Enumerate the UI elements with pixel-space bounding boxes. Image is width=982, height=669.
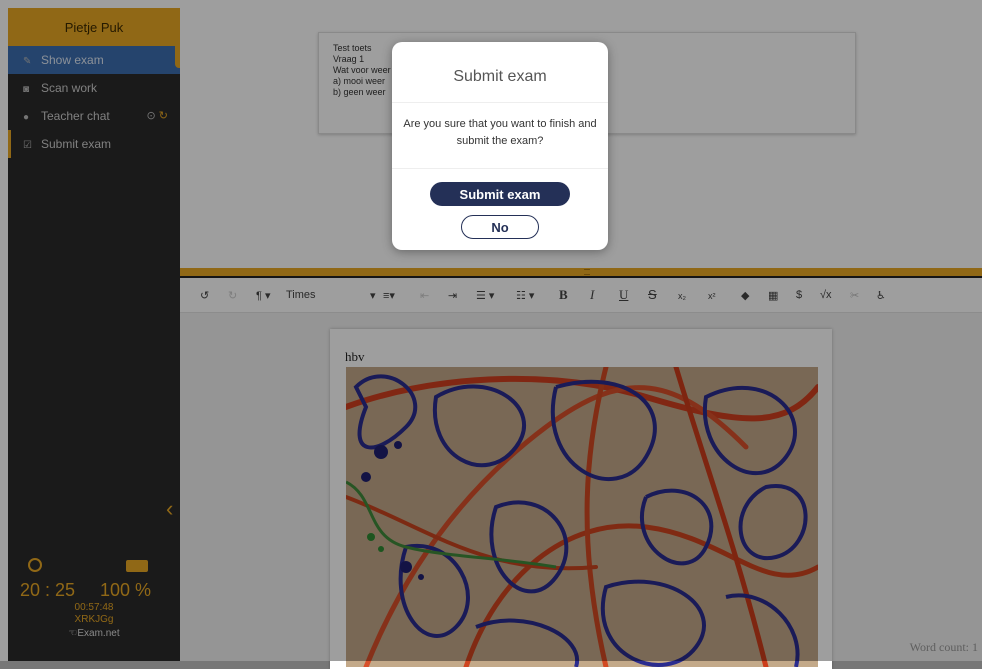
cancel-button[interactable]: No — [461, 215, 539, 239]
exam-app: Pietje Puk ✎ Show exam ◙ Scan work ● Teache… — [0, 0, 982, 669]
divider — [392, 168, 608, 169]
submit-exam-button[interactable]: Submit exam — [430, 182, 570, 206]
submit-exam-dialog: Submit exam Are you sure that you want t… — [392, 42, 608, 250]
divider — [392, 102, 608, 103]
dialog-message: Are you sure that you want to finish and… — [403, 118, 597, 147]
dialog-title: Submit exam — [453, 68, 547, 85]
